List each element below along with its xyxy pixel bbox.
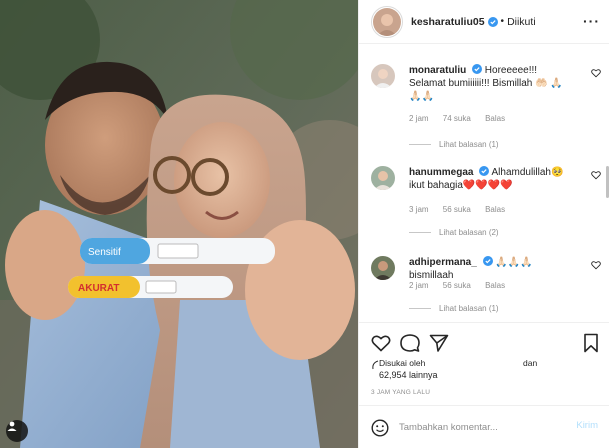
comment-reply-button[interactable]: Balas [485,205,505,214]
comment-like-count[interactable]: 74 suka [443,114,471,123]
commenter-avatar[interactable] [371,64,395,88]
view-replies-button[interactable]: Lihat balasan (2) [409,228,499,237]
comment-reply-button[interactable]: Balas [485,114,505,123]
comment-text-block: monaratuliu Horeeeee!!! Selamat bumiiiii… [409,64,574,103]
post-header: kesharatuliu05 • Diikuti ··· [359,0,609,44]
comment-reply-button[interactable]: Balas [485,281,505,290]
save-bookmark-icon[interactable] [581,333,601,353]
comment-meta: 2 jam 74 suka Balas [409,114,517,123]
user-icon [7,421,17,431]
verified-badge-icon [482,256,493,266]
comment-composer: Kirim [359,405,609,448]
likes-and-label: dan [523,358,538,368]
post-dialog: Sensitif AKURAT kesharatuliu05 • Diikuti… [0,0,609,448]
comments-list[interactable]: monaratuliu Horeeeee!!! Selamat bumiiiii… [359,44,609,322]
verified-badge-icon [487,16,498,27]
comment-meta: 3 jam 56 suka Balas [409,205,517,214]
test-top-label: Sensitif [88,247,121,258]
post-photo[interactable]: Sensitif AKURAT [0,0,358,448]
likes-count-button[interactable]: 62,954 lainnya [379,370,438,380]
comment-like-heart-icon[interactable] [591,260,601,270]
comment-like-heart-icon[interactable] [591,170,601,180]
liker-avatar-fragment-icon[interactable] [371,358,379,376]
tagged-users-button[interactable] [6,420,28,442]
more-options-icon[interactable]: ··· [583,13,600,29]
replies-divider-line [409,308,431,309]
comment-like-count[interactable]: 56 suka [443,205,471,214]
liked-by-label: Disukai oleh [379,358,426,368]
commenter-avatar[interactable] [371,256,395,280]
comment-text-block: hanummegaa Alhamdulillah🥺 ikut bahagia❤️… [409,166,574,192]
comment-meta: 2 jam 56 suka Balas [409,281,517,290]
comment-username[interactable]: hanummegaa [409,167,473,178]
view-replies-button[interactable]: Lihat balasan (1) [409,304,499,313]
comment-time: 3 jam [409,205,429,214]
replies-divider-line [409,144,431,145]
like-heart-icon[interactable] [371,333,391,353]
follow-status-button[interactable]: Diikuti [507,16,536,28]
comment-like-count[interactable]: 56 suka [443,281,471,290]
post-comment-button[interactable]: Kirim [576,420,598,431]
author-username[interactable]: kesharatuliu05 [411,16,485,28]
view-replies-label: Lihat balasan (1) [439,140,499,149]
test-bottom-label: AKURAT [78,283,119,294]
replies-divider-line [409,232,431,233]
comment-bubble-icon[interactable] [400,333,420,353]
comment-username[interactable]: monaratuliu [409,65,466,76]
post-timestamp[interactable]: 3 JAM YANG LALU [371,389,430,396]
verified-badge-icon [472,64,483,74]
verified-badge-icon [479,166,490,176]
post-side-panel: kesharatuliu05 • Diikuti ··· monaratuliu… [358,0,609,448]
header-separator: • [500,16,505,27]
commenter-avatar[interactable] [371,166,395,190]
author-avatar [373,7,401,36]
comment-time: 2 jam [409,281,429,290]
comment-time: 2 jam [409,114,429,123]
comment-username[interactable]: adhipermana_ [409,257,477,268]
post-actions-bar [359,322,609,362]
view-replies-label: Lihat balasan (1) [439,304,499,313]
author-avatar-ring[interactable] [371,5,403,38]
post-photo-illustration: Sensitif AKURAT [0,0,358,448]
emoji-smiley-icon[interactable] [371,419,389,437]
share-paper-plane-icon[interactable] [429,333,449,353]
comment-like-heart-icon[interactable] [591,68,601,78]
add-comment-input[interactable] [399,419,559,435]
view-replies-button[interactable]: Lihat balasan (1) [409,140,499,149]
view-replies-label: Lihat balasan (2) [439,228,499,237]
comment-text-block: adhipermana_ 🙏🏻🙏🏻🙏🏻 bismillaah [409,256,574,282]
